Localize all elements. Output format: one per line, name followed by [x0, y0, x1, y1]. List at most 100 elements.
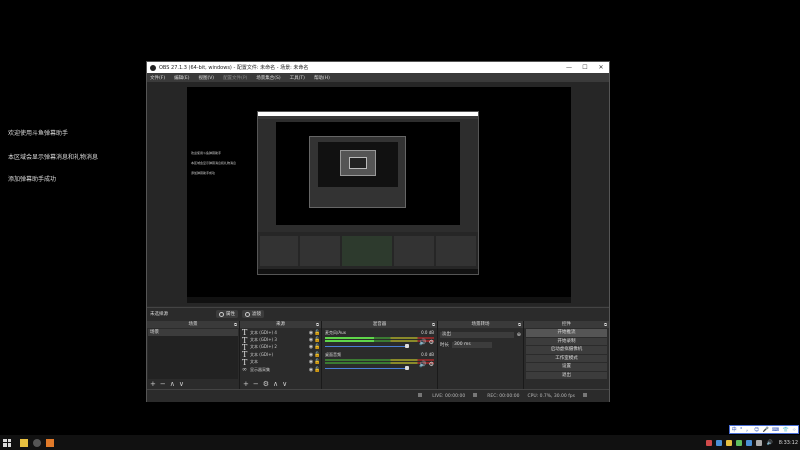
- preview-chat-line: 欢迎使用斗鱼弹幕助手: [191, 151, 222, 155]
- ime-voice-icon[interactable]: 🎤: [763, 427, 769, 433]
- ime-halfwidth-icon[interactable]: °: [740, 427, 743, 433]
- text-source-icon: T: [242, 357, 248, 367]
- volume-icon[interactable]: 🔊: [766, 440, 772, 446]
- title-bar[interactable]: OBS 27.1.3 (64-bit, windows) - 配置文件: 未命名…: [147, 62, 609, 73]
- channel-name: 桌面音频: [325, 352, 341, 357]
- scenes-dock: 场景 ⧉ 场景 + − ∧ ∨: [147, 321, 240, 389]
- source-item[interactable]: T 文本 (GDI+) 3 ◉ 🔓: [241, 336, 320, 344]
- ime-menu-icon[interactable]: ⁘: [792, 427, 796, 433]
- menu-view[interactable]: 视图(V): [198, 75, 214, 81]
- remove-scene-button[interactable]: −: [160, 380, 166, 388]
- preview-canvas[interactable]: 欢迎使用斗鱼弹幕助手 本区域会显示弹幕消息和礼物消息 添加弹幕助手成功: [187, 87, 571, 303]
- dock-undock-icon[interactable]: ⧉: [234, 321, 237, 328]
- ime-emoji-icon[interactable]: 😊: [754, 427, 759, 433]
- no-source-label: 未选择源: [150, 312, 168, 317]
- preview-chat-line: 添加弹幕助手成功: [191, 171, 216, 175]
- volume-slider[interactable]: [325, 344, 409, 348]
- tray-app-icon[interactable]: [706, 439, 713, 446]
- maximize-button[interactable]: ☐: [577, 64, 593, 71]
- lock-icon[interactable]: 🔓: [314, 367, 320, 373]
- tray-app-icon[interactable]: [716, 439, 723, 446]
- lock-icon[interactable]: 🔓: [314, 330, 320, 336]
- filter-icon: [245, 311, 250, 317]
- ime-toolbar: 中 ° ， 😊 🎤 ⌨ 👕 ⁘: [729, 425, 799, 434]
- studio-mode-button[interactable]: 工作室模式: [526, 354, 607, 362]
- move-down-button[interactable]: ∨: [179, 380, 184, 388]
- source-settings-button[interactable]: ⚙: [263, 380, 269, 388]
- menu-profile[interactable]: 配置文件(P): [223, 75, 247, 81]
- lock-icon[interactable]: 🔓: [314, 337, 320, 343]
- volume-slider[interactable]: [325, 366, 409, 370]
- duration-input[interactable]: 300 ms: [452, 342, 492, 348]
- dock-undock-icon[interactable]: ⧉: [432, 321, 435, 328]
- move-up-button[interactable]: ∧: [273, 380, 278, 388]
- douyu-assistant-icon[interactable]: [46, 438, 54, 447]
- settings-button[interactable]: 设置: [526, 363, 607, 371]
- ime-chinese-mode[interactable]: 中: [732, 426, 737, 433]
- transition-select[interactable]: 淡出: [440, 332, 514, 338]
- menu-edit[interactable]: 编辑(E): [174, 75, 189, 81]
- rec-indicator-icon: [473, 393, 478, 398]
- level-meter: [325, 340, 434, 342]
- tray-app-icon[interactable]: [726, 439, 733, 446]
- file-explorer-icon[interactable]: [20, 438, 28, 447]
- gear-icon: [219, 311, 224, 317]
- lock-icon[interactable]: 🔓: [314, 344, 320, 350]
- ime-keyboard-icon[interactable]: ⌨: [772, 427, 779, 433]
- virtual-camera-button[interactable]: 启动虚拟摄像机: [526, 346, 607, 354]
- windows-start-icon[interactable]: [3, 438, 11, 447]
- controls-title: 控件: [562, 322, 571, 327]
- lock-icon[interactable]: 🔓: [314, 359, 320, 365]
- menu-file[interactable]: 文件(F): [150, 75, 165, 81]
- live-indicator-icon: [418, 393, 423, 398]
- move-down-button[interactable]: ∨: [282, 380, 287, 388]
- start-streaming-button[interactable]: 开始推流: [526, 329, 607, 337]
- channel-name: 麦克风/Aux: [325, 330, 346, 335]
- close-button[interactable]: ✕: [593, 64, 609, 71]
- obs-taskbar-icon[interactable]: [33, 438, 41, 447]
- lock-icon[interactable]: 🔓: [314, 352, 320, 358]
- add-source-button[interactable]: +: [243, 380, 249, 388]
- source-item[interactable]: T 文本 (GDI+) ◉ 🔓: [241, 351, 320, 359]
- add-transition-icon[interactable]: ⊕: [517, 332, 521, 338]
- menu-scene-collection[interactable]: 场景集合(S): [256, 75, 280, 81]
- level-meter: [325, 362, 434, 364]
- source-toolbar: 未选择源 属性 滤镜: [147, 307, 609, 320]
- ime-punctuation-icon[interactable]: ，: [746, 426, 751, 433]
- transitions-title: 场景转场: [471, 322, 490, 327]
- move-up-button[interactable]: ∧: [170, 380, 175, 388]
- source-item[interactable]: T 文本 (GDI+) 4 ◉ 🔓: [241, 329, 320, 337]
- obs-window: OBS 27.1.3 (64-bit, windows) - 配置文件: 未命名…: [146, 61, 610, 402]
- filters-button[interactable]: 滤镜: [242, 310, 264, 318]
- speaker-icon[interactable]: 🔊: [419, 339, 426, 346]
- clock[interactable]: 8:33:12: [779, 440, 798, 446]
- network-icon: [583, 393, 589, 399]
- add-scene-button[interactable]: +: [150, 380, 156, 388]
- desktop: 欢迎使用斗鱼弹幕助手 本区域会显示弹幕消息和礼物消息 添加弹幕助手成功 OBS …: [0, 0, 800, 435]
- dock-undock-icon[interactable]: ⧉: [604, 321, 607, 328]
- menu-help[interactable]: 帮助(H): [314, 75, 330, 81]
- minimize-button[interactable]: —: [561, 64, 577, 71]
- dock-undock-icon[interactable]: ⧉: [316, 321, 319, 328]
- exit-button[interactable]: 退出: [526, 371, 607, 379]
- menu-tools[interactable]: 工具(T): [290, 75, 305, 81]
- tray-app-icon[interactable]: [736, 439, 743, 446]
- source-item[interactable]: ∞ 显示器采集 ◉ 🔓: [241, 366, 320, 373]
- tray-app-icon[interactable]: [746, 439, 753, 446]
- remove-source-button[interactable]: −: [253, 380, 259, 388]
- start-recording-button[interactable]: 开始录制: [526, 337, 607, 345]
- gear-icon[interactable]: ⚙: [429, 339, 434, 346]
- gear-icon[interactable]: ⚙: [429, 361, 434, 368]
- dock-undock-icon[interactable]: ⧉: [518, 321, 521, 328]
- network-icon[interactable]: [756, 439, 763, 446]
- live-time: LIVE: 00:00:00: [432, 393, 466, 399]
- ime-skin-icon[interactable]: 👕: [783, 427, 789, 433]
- scenes-title: 场景: [188, 322, 198, 327]
- source-item[interactable]: T 文本 ◉ 🔓: [241, 357, 320, 367]
- properties-button[interactable]: 属性: [216, 310, 238, 318]
- speaker-icon[interactable]: 🔊: [419, 361, 426, 368]
- scene-item[interactable]: 场景: [148, 329, 238, 336]
- sources-dock: 来源 ⧉ T 文本 (GDI+) 4 ◉ 🔓 T 文本 (GDI+) 3 ◉ 🔓 T 文本 (G…: [240, 321, 322, 389]
- system-tray: 🔊 8:33:12: [702, 435, 798, 450]
- source-item[interactable]: T 文本 (GDI+) 2 ◉ 🔓: [241, 343, 320, 351]
